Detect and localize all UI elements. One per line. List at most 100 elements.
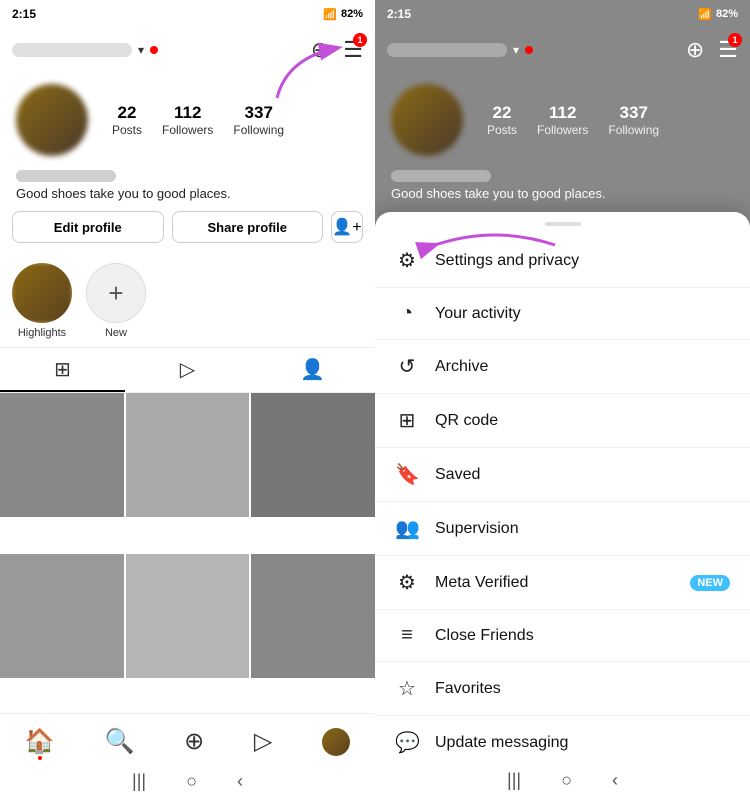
sheet-item-4-label: Saved (435, 466, 730, 484)
right-avatar[interactable] (391, 84, 463, 156)
right-username-area: ▾ (387, 43, 672, 57)
sheet-item-9-icon: 💬 (395, 730, 419, 755)
sheet-item-3[interactable]: ⊞QR code (375, 394, 750, 448)
left-status-bar: 2:15 📶 82% (0, 0, 375, 28)
left-bottom-nav: 🏠 🔍 ⊕ ▷ (0, 713, 375, 769)
left-gesture-menu[interactable]: ||| (132, 771, 146, 792)
right-gesture-menu[interactable]: ||| (507, 770, 521, 791)
sheet-item-8-icon: ☆ (395, 676, 419, 701)
right-posts-stat: 22 Posts (487, 103, 517, 137)
left-tabs: ⊞ ▷ 👤 (0, 347, 375, 393)
right-username-bar (387, 43, 507, 57)
right-gesture-back[interactable]: ‹ (612, 770, 618, 791)
left-followers-stat: 112 Followers (162, 103, 213, 137)
left-bio: Good shoes take you to good places. (0, 186, 375, 211)
left-status-icons: 📶 82% (323, 8, 363, 21)
left-highlights-label: Highlights (18, 327, 66, 339)
left-new-label: New (105, 327, 127, 339)
sheet-item-9[interactable]: 💬Update messaging (375, 716, 750, 769)
left-stories-row: Highlights + New (0, 255, 375, 347)
sheet-item-8[interactable]: ☆Favorites (375, 662, 750, 716)
sheet-item-1-icon: ◔ (395, 302, 419, 325)
left-profile-buttons: Edit profile Share profile 👤+ (0, 211, 375, 255)
left-posts-stat: 22 Posts (112, 103, 142, 137)
left-search-icon[interactable]: 🔍 (104, 727, 134, 756)
left-dropdown-icon[interactable]: ▾ (138, 43, 144, 57)
left-add-icon[interactable]: ⊕ (311, 37, 329, 63)
sheet-item-2[interactable]: ↺Archive (375, 340, 750, 394)
right-followers-stat: 112 Followers (537, 103, 588, 137)
sheet-item-1[interactable]: ◔ Your activity (375, 288, 750, 340)
sheet-item-4[interactable]: 🔖Saved (375, 448, 750, 502)
left-profile-section: 22 Posts 112 Followers 337 Following (0, 72, 375, 164)
grid-cell-6 (251, 554, 375, 678)
share-profile-button[interactable]: Share profile (172, 211, 324, 243)
left-posts-count: 22 (112, 103, 142, 123)
sheet-item-7-icon: ≡ (395, 624, 419, 647)
right-followers-label: Followers (537, 123, 588, 137)
right-menu-badge: 1 (728, 33, 742, 47)
sheet-item-0[interactable]: ⚙ Settings and privacy (375, 234, 750, 288)
right-followers-count: 112 (537, 103, 588, 123)
left-panel: 2:15 📶 82% ▾ ⊕ ☰ 1 22 Posts 112 Follow (0, 0, 375, 793)
right-bottom-sheet: ⚙ Settings and privacy ◔ Your activity ↺Arch… (375, 212, 750, 793)
left-username-area: ▾ (12, 43, 297, 57)
right-following-count: 337 (608, 103, 659, 123)
sheet-items-list: ⚙ Settings and privacy ◔ Your activity ↺Arch… (375, 234, 750, 769)
left-tab-tagged[interactable]: 👤 (250, 348, 375, 392)
right-bio: Good shoes take you to good places. (375, 186, 750, 211)
grid-cell-2 (126, 393, 250, 517)
right-add-icon[interactable]: ⊕ (686, 37, 704, 63)
right-profile-name (391, 170, 491, 182)
sheet-item-6-label: Meta Verified (435, 574, 674, 592)
right-panel: 2:15 📶 82% ▾ ⊕ ☰ 1 22 Posts 112 Follow (375, 0, 750, 793)
right-status-bar: 2:15 📶 82% (375, 0, 750, 28)
grid-cell-4 (0, 554, 124, 678)
right-following-stat: 337 Following (608, 103, 659, 137)
left-new-story[interactable]: + New (86, 263, 146, 339)
left-home-icon[interactable]: 🏠 (25, 727, 55, 756)
right-posts-label: Posts (487, 123, 517, 137)
left-following-label: Following (233, 123, 284, 137)
left-gesture-home[interactable]: ○ (186, 771, 197, 792)
left-profile-icon[interactable] (322, 728, 350, 756)
left-tab-grid[interactable]: ⊞ (0, 348, 125, 392)
sheet-handle (545, 222, 581, 226)
right-activity-dot (525, 46, 533, 54)
left-tab-reels[interactable]: ▷ (125, 348, 250, 392)
sheet-item-1-label: Your activity (435, 305, 730, 323)
left-photo-grid (0, 393, 375, 713)
right-status-icons: 📶 82% (698, 8, 738, 21)
left-gesture-back[interactable]: ‹ (237, 771, 243, 792)
sheet-item-0-icon: ⚙ (395, 248, 419, 273)
sheet-item-6-badge: NEW (690, 575, 730, 591)
edit-profile-button[interactable]: Edit profile (12, 211, 164, 243)
left-stats: 22 Posts 112 Followers 337 Following (112, 103, 284, 137)
add-friend-button[interactable]: 👤+ (331, 211, 363, 243)
sheet-item-2-icon: ↺ (395, 354, 419, 379)
left-highlights-story[interactable]: Highlights (12, 263, 72, 339)
sheet-item-6[interactable]: ⚙Meta VerifiedNEW (375, 556, 750, 610)
right-stats: 22 Posts 112 Followers 337 Following (487, 103, 659, 137)
sheet-item-7[interactable]: ≡Close Friends (375, 610, 750, 662)
grid-cell-3 (251, 393, 375, 517)
left-reels-icon[interactable]: ▷ (254, 727, 272, 756)
left-activity-dot (150, 46, 158, 54)
right-dropdown-icon[interactable]: ▾ (513, 43, 519, 57)
sheet-item-5[interactable]: 👥Supervision (375, 502, 750, 556)
sheet-item-0-label: Settings and privacy (435, 252, 730, 270)
right-gesture-bar: ||| ○ ‹ (375, 769, 750, 793)
right-following-label: Following (608, 123, 659, 137)
right-gesture-home[interactable]: ○ (561, 770, 572, 791)
left-avatar[interactable] (16, 84, 88, 156)
sheet-item-5-label: Supervision (435, 520, 730, 538)
left-gesture-bar: ||| ○ ‹ (0, 769, 375, 793)
sheet-item-3-icon: ⊞ (395, 408, 419, 433)
grid-cell-5 (126, 554, 250, 678)
right-menu-icon[interactable]: ☰ 1 (718, 37, 738, 63)
left-following-count: 337 (233, 103, 284, 123)
right-time: 2:15 (387, 7, 411, 21)
left-create-icon[interactable]: ⊕ (184, 727, 204, 756)
left-highlights-avatar (12, 263, 72, 323)
left-menu-icon[interactable]: ☰ 1 (343, 37, 363, 63)
